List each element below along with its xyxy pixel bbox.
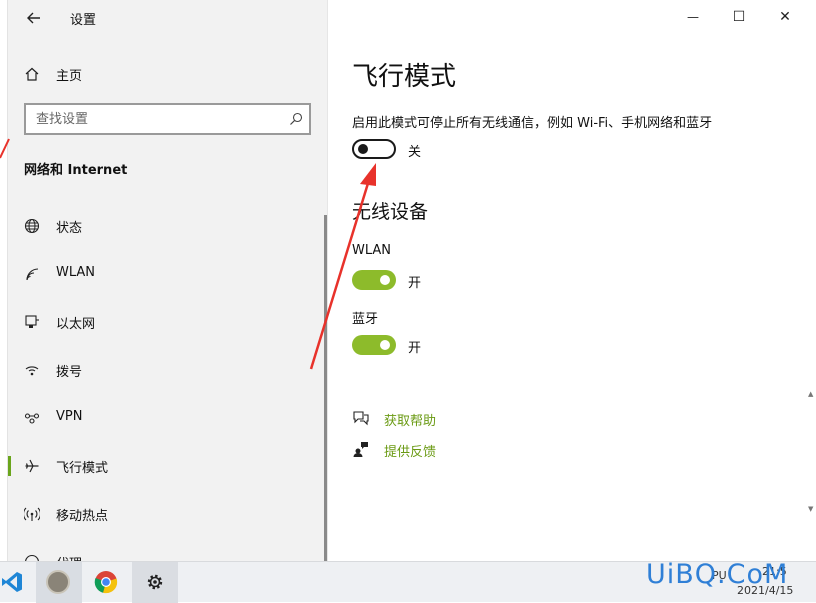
scroll-down-arrow-icon[interactable]: ▼ xyxy=(808,505,813,513)
wlan-toggle-state: 开 xyxy=(408,276,422,291)
sidebar-item-label: 以太网 xyxy=(56,317,96,332)
vpn-icon xyxy=(24,413,40,424)
sidebar-item-ethernet[interactable]: 以太网 xyxy=(8,300,327,344)
bluetooth-toggle[interactable] xyxy=(352,335,396,355)
back-arrow-icon xyxy=(27,12,40,24)
taskbar-settings[interactable] xyxy=(132,562,178,603)
vscode-icon xyxy=(2,572,22,592)
scroll-up-arrow-icon[interactable]: ▲ xyxy=(808,390,813,398)
globe-icon xyxy=(24,218,40,234)
taskbar-chrome[interactable] xyxy=(84,562,130,603)
content-scrollbar-track[interactable]: ▲ ▼ xyxy=(808,390,816,561)
sidebar-item-label: 移动热点 xyxy=(56,509,109,524)
home-icon xyxy=(25,67,39,81)
settings-content: — ☐ ✕ 飞行模式 启用此模式可停止所有无线通信，例如 Wi-Fi、手机网络和… xyxy=(327,0,816,561)
help-icon xyxy=(353,411,369,426)
selection-indicator xyxy=(8,456,11,476)
give-feedback-link[interactable]: 提供反馈 xyxy=(384,441,436,460)
gear-icon xyxy=(147,574,163,590)
sidebar-item-status[interactable]: 状态 xyxy=(8,204,327,248)
page-title: 飞行模式 xyxy=(352,62,457,92)
sidebar-item-label: 拨号 xyxy=(56,365,83,380)
sidebar-item-label: 状态 xyxy=(56,221,83,236)
sidebar-item-wlan[interactable]: WLAN xyxy=(8,252,327,296)
search-icon xyxy=(290,112,303,125)
maximize-button[interactable]: ☐ xyxy=(724,6,754,28)
get-help-link[interactable]: 获取帮助 xyxy=(384,410,436,429)
photo-thumbnail-icon xyxy=(46,570,70,594)
sidebar-item-label: VPN xyxy=(56,409,83,424)
window-title: 设置 xyxy=(70,13,97,28)
wireless-devices-title: 无线设备 xyxy=(352,201,429,223)
proxy-icon xyxy=(25,554,39,561)
wlan-toggle[interactable] xyxy=(352,270,396,290)
sidebar-item-airplane-mode[interactable]: 飞行模式 xyxy=(8,444,327,488)
background-window-edge xyxy=(0,0,8,561)
section-title: 网络和 Internet xyxy=(24,163,128,178)
watermark: UiBQ.CoM xyxy=(646,559,789,590)
bluetooth-device-label: 蓝牙 xyxy=(352,312,379,327)
sidebar-item-vpn[interactable]: VPN xyxy=(8,396,327,440)
toggle-knob xyxy=(380,340,390,350)
close-button[interactable]: ✕ xyxy=(770,6,800,28)
chrome-icon xyxy=(94,571,118,594)
dialup-icon xyxy=(25,366,39,376)
toggle-knob xyxy=(380,275,390,285)
hotspot-icon xyxy=(24,507,40,521)
sidebar-item-hotspot[interactable]: 移动热点 xyxy=(8,492,327,536)
bluetooth-toggle-state: 开 xyxy=(408,341,422,356)
page-description: 启用此模式可停止所有无线通信，例如 Wi-Fi、手机网络和蓝牙 xyxy=(352,116,713,131)
sidebar-item-proxy[interactable]: 代理 xyxy=(8,540,327,561)
wifi-icon xyxy=(26,268,39,281)
sidebar-item-dialup[interactable]: 拨号 xyxy=(8,348,327,392)
airplane-toggle-state: 关 xyxy=(408,145,422,160)
search-input[interactable] xyxy=(36,110,276,128)
airplane-mode-toggle[interactable] xyxy=(352,139,396,159)
sidebar-item-home[interactable]: 主页 xyxy=(8,56,327,92)
sidebar-item-label: 飞行模式 xyxy=(56,461,109,476)
sidebar-item-label: WLAN xyxy=(56,265,96,280)
settings-sidebar: 设置 主页 网络和 Internet 状态 WLAN xyxy=(8,0,327,561)
airplane-icon xyxy=(25,459,39,473)
sidebar-home-label: 主页 xyxy=(56,69,83,84)
search-box[interactable] xyxy=(24,103,311,135)
taskbar-photos[interactable] xyxy=(36,562,82,603)
back-button[interactable] xyxy=(20,4,48,32)
wlan-device-label: WLAN xyxy=(352,243,392,258)
sidebar-item-label: 代理 xyxy=(56,553,82,561)
ethernet-icon xyxy=(25,315,39,328)
feedback-icon xyxy=(353,442,368,457)
minimize-button[interactable]: — xyxy=(678,6,708,28)
toggle-knob xyxy=(358,144,368,154)
